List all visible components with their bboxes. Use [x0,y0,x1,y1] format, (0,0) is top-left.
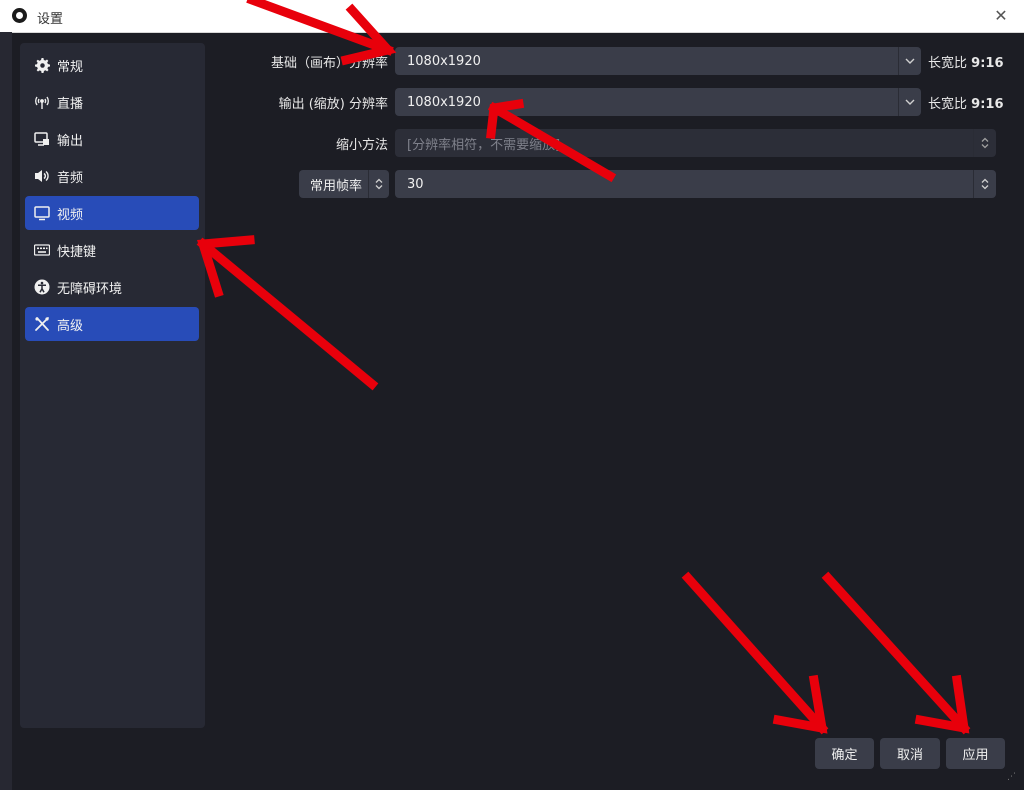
sidebar-item-label: 无障碍环境 [57,281,123,297]
accessibility-icon [34,279,50,295]
base-resolution-combobox[interactable]: 1080x1920 [395,47,921,75]
sidebar-item-video[interactable]: 视频 [25,196,199,230]
base-resolution-value: 1080x1920 [407,53,481,69]
output-resolution-value: 1080x1920 [407,94,481,110]
aspect-ratio-value: 9:16 [971,97,1004,112]
monitor-icon [34,205,50,221]
output-icon [34,131,50,147]
tools-icon [34,316,50,332]
output-resolution-label: 输出 (缩放) 分辨率 [278,97,388,112]
arrow-to-video-tab [196,235,379,391]
background-window-edge [0,32,12,790]
title-bar: 设置 ✕ [0,0,1024,33]
settings-sidebar: 常规 直播 输出 音频 视频 快捷键 无障碍环境 高级 [20,43,205,728]
sidebar-item-output[interactable]: 输出 [25,122,199,156]
speaker-icon [34,168,50,184]
fps-type-select[interactable]: 常用帧率 [299,170,389,198]
obs-logo-icon [12,8,27,23]
ok-button[interactable]: 确定 [815,738,874,769]
output-resolution-combobox[interactable]: 1080x1920 [395,88,921,116]
keyboard-icon [34,242,50,258]
arrow-to-apply-button [821,571,971,735]
window-title: 设置 [37,12,64,27]
sidebar-item-label: 视频 [57,207,84,223]
base-aspect-ratio: 长宽比 9:16 [928,52,1004,71]
downscale-filter-select: [分辨率相符，不需要缩放] [395,129,996,157]
fps-value-select[interactable]: 30 [395,170,996,198]
apply-button[interactable]: 应用 [946,738,1005,769]
output-aspect-ratio: 长宽比 9:16 [928,93,1004,112]
fps-value: 30 [407,176,424,192]
chevron-down-icon[interactable] [898,47,921,75]
base-resolution-label: 基础（画布）分辨率 [270,56,388,71]
updown-arrows-icon[interactable] [973,170,996,198]
close-button[interactable]: ✕ [978,0,1024,32]
aspect-ratio-value: 9:16 [971,56,1004,71]
sidebar-item-label: 直播 [57,96,84,112]
sidebar-item-audio[interactable]: 音频 [25,159,199,193]
updown-arrows-icon[interactable] [368,170,389,198]
sidebar-item-label: 常规 [57,59,84,75]
sidebar-item-stream[interactable]: 直播 [25,85,199,119]
antenna-icon [34,94,50,110]
downscale-filter-value: [分辨率相符，不需要缩放] [407,137,561,153]
gear-icon [34,57,50,73]
fps-type-value: 常用帧率 [310,178,363,194]
aspect-ratio-label: 长宽比 [928,56,968,71]
arrow-to-ok-button [681,571,829,735]
sidebar-item-label: 快捷键 [57,244,97,260]
chevron-down-icon[interactable] [898,88,921,116]
sidebar-item-accessibility[interactable]: 无障碍环境 [25,270,199,304]
sidebar-item-advanced[interactable]: 高级 [25,307,199,341]
aspect-ratio-label: 长宽比 [928,97,968,112]
sidebar-item-label: 音频 [57,170,84,186]
sidebar-item-hotkeys[interactable]: 快捷键 [25,233,199,267]
sidebar-item-label: 输出 [57,133,84,149]
cancel-button[interactable]: 取消 [880,738,940,769]
sidebar-item-general[interactable]: 常规 [25,48,199,82]
sidebar-item-label: 高级 [57,318,84,334]
updown-arrows-icon [973,129,996,157]
downscale-filter-label: 缩小方法 [335,138,388,153]
resize-grip-icon[interactable]: ⋰ [1007,772,1016,782]
